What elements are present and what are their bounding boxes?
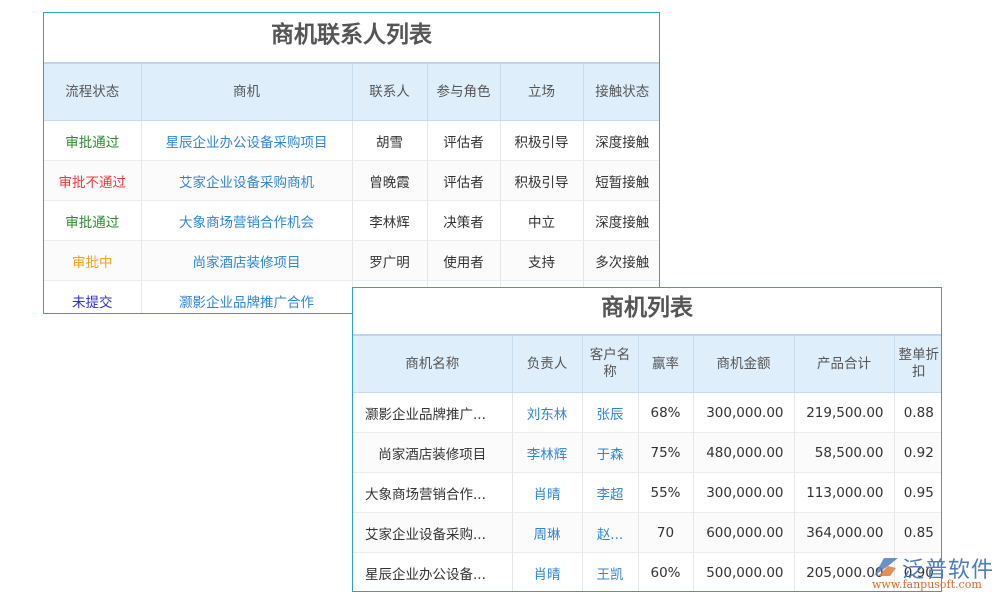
win-rate-cell: 70 [638,512,694,553]
amount-cell: 300,000.00 [693,472,795,513]
amount-cell: 480,000.00 [693,432,795,473]
status-cell: 审批通过 [44,200,142,241]
stance-cell: 积极引导 [500,120,584,161]
column-header-role[interactable]: 参与角色 [427,62,501,121]
role-cell: 使用者 [427,240,501,281]
column-header-amount[interactable]: 商机金额 [693,334,795,393]
role-cell: 决策者 [427,200,501,241]
panel-title: 商机列表 [601,295,693,321]
opportunity-link[interactable]: 艾家企业设备采购商机 [141,160,353,201]
brand-logo-icon [874,558,898,576]
customer-link[interactable]: 赵... [582,512,639,553]
table-row[interactable]: 审批通过 星辰企业办公设备采购项目 胡雪 评估者 积极引导 深度接触 [44,120,659,161]
column-header-discount[interactable]: 整单折扣 [894,334,941,393]
table-row[interactable]: 尚家酒店装修项目 李林辉 于森 75% 480,000.00 58,500.00… [353,432,941,473]
name-cell: 尚家酒店装修项目 [353,432,513,473]
stance-cell: 积极引导 [500,160,584,201]
watermark-url: www.fanpusoft.com [872,578,982,591]
opportunity-contacts-panel: 商机联系人列表 流程状态 商机 联系人 参与角色 立场 接触状态 审批通过 星辰… [43,12,660,314]
column-header-product-total[interactable]: 产品合计 [794,334,895,393]
stance-cell: 支持 [500,240,584,281]
column-header-owner[interactable]: 负责人 [512,334,583,393]
status-cell: 未提交 [44,280,142,313]
opportunity-link[interactable]: 尚家酒店装修项目 [141,240,353,281]
discount-cell: 0.88 [894,392,941,433]
contacts-table: 流程状态 商机 联系人 参与角色 立场 接触状态 审批通过 星辰企业办公设备采购… [44,62,659,313]
status-cell: 审批不通过 [44,160,142,201]
customer-link[interactable]: 于森 [582,432,639,473]
contact-status-cell: 深度接触 [583,200,659,241]
column-header-customer[interactable]: 客户名称 [582,334,639,393]
table-row[interactable]: 审批不通过 艾家企业设备采购商机 曾晚霞 评估者 积极引导 短暂接触 [44,160,659,201]
name-cell: 星辰企业办公设备... [353,552,513,591]
table-row[interactable]: 星辰企业办公设备... 肖晴 王凯 60% 500,000.00 205,000… [353,552,941,591]
opportunity-link[interactable]: 星辰企业办公设备采购项目 [141,120,353,161]
name-cell: 艾家企业设备采购... [353,512,513,553]
status-cell: 审批中 [44,240,142,281]
product-total-cell: 58,500.00 [794,432,895,473]
owner-link[interactable]: 周琳 [512,512,583,553]
opportunity-link[interactable]: 灏影企业品牌推广合作 [141,280,353,313]
discount-cell: 0.92 [894,432,941,473]
name-cell: 大象商场营销合作... [353,472,513,513]
column-header-contact[interactable]: 联系人 [352,62,428,121]
contact-cell: 胡雪 [352,120,428,161]
name-cell: 灏影企业品牌推广... [353,392,513,433]
opportunities-table: 商机名称 负责人 客户名称 赢率 商机金额 产品合计 整单折扣 灏影企业品牌推广… [353,334,941,591]
table-row[interactable]: 审批中 尚家酒店装修项目 罗广明 使用者 支持 多次接触 [44,240,659,281]
status-cell: 审批通过 [44,120,142,161]
win-rate-cell: 68% [638,392,694,433]
amount-cell: 500,000.00 [693,552,795,591]
table-row[interactable]: 大象商场营销合作... 肖晴 李超 55% 300,000.00 113,000… [353,472,941,513]
contact-status-cell: 多次接触 [583,240,659,281]
discount-cell: 0.95 [894,472,941,513]
contact-status-cell: 短暂接触 [583,160,659,201]
product-total-cell: 113,000.00 [794,472,895,513]
discount-cell: 0.85 [894,512,941,553]
table-row[interactable]: 审批通过 大象商场营销合作机会 李林辉 决策者 中立 深度接触 [44,200,659,241]
column-header-stance[interactable]: 立场 [500,62,584,121]
table-row[interactable]: 艾家企业设备采购... 周琳 赵... 70 600,000.00 364,00… [353,512,941,553]
column-header-status[interactable]: 流程状态 [44,62,142,121]
table-header-row: 流程状态 商机 联系人 参与角色 立场 接触状态 [44,62,659,121]
contact-cell: 李林辉 [352,200,428,241]
win-rate-cell: 55% [638,472,694,513]
column-header-contact-status[interactable]: 接触状态 [583,62,659,121]
table-header-row: 商机名称 负责人 客户名称 赢率 商机金额 产品合计 整单折扣 [353,334,941,393]
customer-link[interactable]: 王凯 [582,552,639,591]
amount-cell: 600,000.00 [693,512,795,553]
win-rate-cell: 75% [638,432,694,473]
table-row[interactable]: 灏影企业品牌推广... 刘东林 张辰 68% 300,000.00 219,50… [353,392,941,433]
contact-status-cell: 深度接触 [583,120,659,161]
role-cell: 评估者 [427,120,501,161]
column-header-name[interactable]: 商机名称 [353,334,513,393]
owner-link[interactable]: 刘东林 [512,392,583,433]
contact-cell: 曾晚霞 [352,160,428,201]
owner-link[interactable]: 李林辉 [512,432,583,473]
owner-link[interactable]: 肖晴 [512,472,583,513]
opportunities-panel: 商机列表 商机名称 负责人 客户名称 赢率 商机金额 产品合计 整单折扣 灏影企… [352,287,942,592]
amount-cell: 300,000.00 [693,392,795,433]
role-cell: 评估者 [427,160,501,201]
column-header-opportunity[interactable]: 商机 [141,62,353,121]
customer-link[interactable]: 张辰 [582,392,639,433]
watermark: 泛普软件 www.fanpusoft.com [868,552,998,596]
customer-link[interactable]: 李超 [582,472,639,513]
contact-cell: 罗广明 [352,240,428,281]
panel-title: 商机联系人列表 [271,22,432,48]
stance-cell: 中立 [500,200,584,241]
column-header-win-rate[interactable]: 赢率 [638,334,694,393]
owner-link[interactable]: 肖晴 [512,552,583,591]
product-total-cell: 364,000.00 [794,512,895,553]
product-total-cell: 219,500.00 [794,392,895,433]
win-rate-cell: 60% [638,552,694,591]
opportunity-link[interactable]: 大象商场营销合作机会 [141,200,353,241]
